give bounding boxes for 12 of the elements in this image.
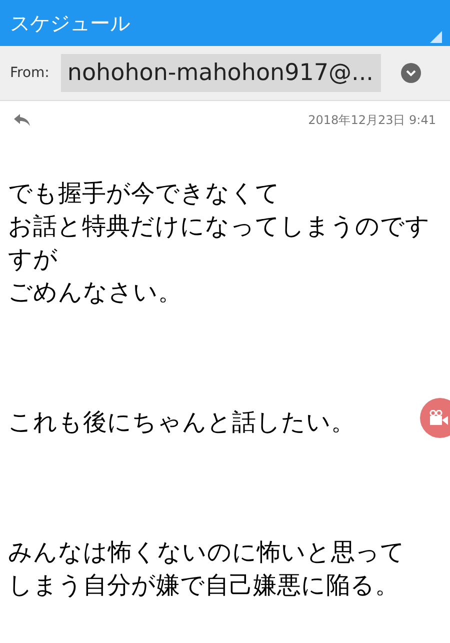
app-title: スケジュール xyxy=(10,10,130,36)
video-button[interactable] xyxy=(420,398,450,438)
corner-triangle-icon xyxy=(430,31,442,43)
reply-icon[interactable] xyxy=(14,114,30,126)
message-paragraph: みんなは怖くないのに怖いと思って しまう自分が嫌で自己嫌悪に陥る。 xyxy=(8,537,405,601)
message-paragraph: これも後にちゃんと話したい。 xyxy=(8,407,355,438)
message-date: 2018年12月23日 9:41 xyxy=(308,112,436,128)
dropdown-icon[interactable] xyxy=(401,63,422,83)
video-camera-icon xyxy=(429,410,449,426)
message-paragraph: でも握手が今できなくて お話と特典だけになってしまうのです すが ごめんなさい。 xyxy=(8,178,430,308)
sender-address[interactable]: nohohon-mahohon917@... xyxy=(61,54,382,92)
from-label: From: xyxy=(10,65,50,81)
